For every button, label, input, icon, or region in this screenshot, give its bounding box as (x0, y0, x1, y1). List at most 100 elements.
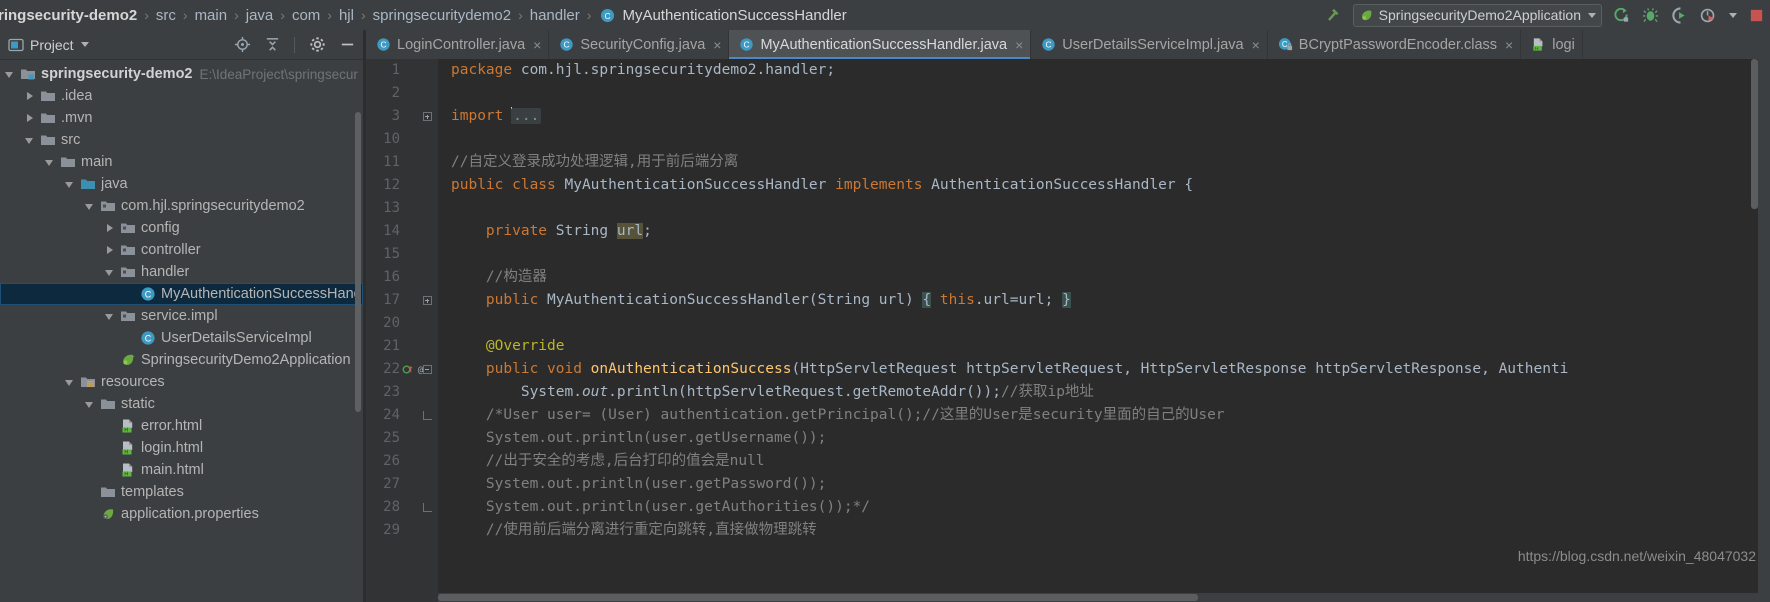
debug-icon[interactable] (1640, 4, 1660, 26)
close-icon[interactable]: × (533, 37, 541, 53)
tree-node-java[interactable]: java (0, 173, 363, 195)
profiler-dropdown-chevron-down-icon[interactable] (1729, 12, 1737, 18)
tree-node-src[interactable]: src (0, 129, 363, 151)
gutter-line: 27 (366, 473, 438, 496)
fold-collapse-icon[interactable] (421, 358, 433, 381)
breadcrumb-item-src[interactable]: src (154, 7, 178, 24)
collapse-all-icon[interactable] (262, 34, 282, 56)
tree-node-label: static (121, 396, 155, 412)
close-icon[interactable]: × (1015, 37, 1023, 53)
chevron-down-icon[interactable] (64, 376, 77, 389)
fold-region-marker[interactable] (421, 404, 433, 427)
tree-node-module[interactable]: springsecurity-demo2 E:\IdeaProject\spri… (0, 63, 363, 85)
tree-node-label: error.html (141, 418, 203, 434)
editor-tab-logincontroller[interactable]: C LoginController.java × (366, 30, 550, 59)
chevron-down-icon[interactable] (84, 398, 97, 411)
editor-tab-myauthenticationsuccesshandler[interactable]: C MyAuthenticationSuccessHandler.java × (729, 30, 1032, 59)
fold-expand-icon[interactable] (421, 289, 433, 312)
matching-brace-close: } (1062, 292, 1071, 308)
chevron-down-icon[interactable] (64, 178, 77, 191)
gutter-line: 20 (366, 312, 438, 335)
tree-node-login-html[interactable]: H login.html (0, 437, 363, 459)
run-with-coverage-icon[interactable] (1669, 4, 1689, 26)
tree-node-userdetailsserviceimpl[interactable]: C UserDetailsServiceImpl (0, 327, 363, 349)
fold-region-marker[interactable] (421, 496, 433, 519)
breadcrumb-item-com[interactable]: com (290, 7, 322, 24)
project-tree-scrollbar[interactable] (355, 112, 361, 412)
project-tool-window: Project springsecurity-demo2 E:\IdeaProj… (0, 30, 363, 602)
tree-node-controller[interactable]: controller (0, 239, 363, 261)
hide-icon[interactable] (337, 34, 357, 56)
scroll-from-source-icon[interactable] (232, 34, 252, 56)
chevron-down-icon[interactable] (1588, 12, 1596, 18)
chevron-down-icon[interactable] (104, 310, 117, 323)
editor-tab-bcryptpasswordencoder[interactable]: C BCryptPasswordEncoder.class × (1268, 30, 1522, 59)
editor-tab-login-html[interactable]: H logi (1521, 30, 1583, 59)
editor-tab-label: logi (1552, 36, 1575, 53)
method-name: onAuthenticationSuccess (581, 361, 792, 377)
chevron-right-icon[interactable] (104, 244, 117, 257)
chevron-down-icon[interactable] (104, 266, 117, 279)
gutter-line: 12 (366, 174, 438, 197)
folded-imports-placeholder[interactable]: ... (511, 108, 542, 124)
tree-node-error-html[interactable]: H error.html (0, 415, 363, 437)
tree-node-springsecuritydemo2application[interactable]: SpringsecurityDemo2Application (0, 349, 363, 371)
tree-node-resources[interactable]: resources (0, 371, 363, 393)
close-icon[interactable]: × (1252, 37, 1260, 53)
tree-node-mvn[interactable]: .mvn (0, 107, 363, 129)
tree-node-config[interactable]: config (0, 217, 363, 239)
editor-vertical-scrollbar[interactable] (1751, 59, 1758, 209)
breadcrumb-item-springsecuritydemo2[interactable]: springsecuritydemo2 (371, 7, 513, 24)
editor-gutter[interactable]: 1 2 3 10 11 12 13 14 15 16 17 20 21 22 @… (366, 59, 438, 602)
chevron-down-icon[interactable] (84, 200, 97, 213)
run-configuration-selector[interactable]: SpringsecurityDemo2Application (1352, 3, 1602, 27)
tree-node-myauthenticationsuccesshandler[interactable]: C MyAuthenticationSuccessHandl (0, 283, 363, 305)
hammer-icon[interactable] (1324, 4, 1344, 26)
tree-node-templates[interactable]: templates (0, 481, 363, 503)
editor-horizontal-scrollbar-track[interactable] (438, 593, 1770, 602)
chevron-down-icon[interactable] (24, 134, 37, 147)
project-tree[interactable]: springsecurity-demo2 E:\IdeaProject\spri… (0, 60, 363, 602)
close-icon[interactable]: × (1505, 37, 1513, 53)
tree-node-main-html[interactable]: H main.html (0, 459, 363, 481)
package-icon (120, 242, 136, 258)
chevron-right-icon[interactable] (24, 90, 37, 103)
keyword-public-void: public void (485, 361, 582, 377)
tree-node-handler[interactable]: handler (0, 261, 363, 283)
chevron-down-icon[interactable] (80, 42, 89, 47)
chevron-down-icon[interactable] (44, 156, 57, 169)
profiler-icon[interactable] (1698, 4, 1718, 26)
gutter-line: 29 (366, 519, 438, 542)
code-editor[interactable]: package com.hjl.springsecuritydemo2.hand… (438, 59, 1770, 602)
breadcrumb-item-java[interactable]: java (244, 7, 276, 24)
line-number: 12 (383, 177, 400, 193)
run-icon[interactable] (1611, 4, 1631, 26)
breadcrumb-item-module[interactable]: ringsecurity-demo2 (0, 7, 139, 24)
breadcrumb-item-main[interactable]: main (193, 7, 230, 24)
editor-tab-securityconfig[interactable]: C SecurityConfig.java × (549, 30, 730, 59)
chevron-down-icon[interactable] (4, 68, 17, 81)
gear-icon[interactable] (307, 34, 327, 56)
breadcrumb-item-hjl[interactable]: hjl (337, 7, 356, 24)
code-line-28: System.out.println(user.getAuthorities()… (451, 496, 1770, 519)
tree-node-main[interactable]: main (0, 151, 363, 173)
close-icon[interactable]: × (713, 37, 721, 53)
tree-node-static[interactable]: static (0, 393, 363, 415)
breadcrumb-item-handler[interactable]: handler (528, 7, 582, 24)
breadcrumb-item-class[interactable]: MyAuthenticationSuccessHandler (620, 7, 848, 24)
tree-node-service-impl[interactable]: service.impl (0, 305, 363, 327)
stop-icon[interactable] (1746, 4, 1766, 26)
tree-node-idea[interactable]: .idea (0, 85, 363, 107)
editor-tab-userdetailsserviceimpl[interactable]: C UserDetailsServiceImpl.java × (1031, 30, 1268, 59)
chevron-right-icon[interactable] (24, 112, 37, 125)
editor-error-stripe[interactable] (1758, 59, 1770, 602)
chevron-right-icon[interactable] (104, 222, 117, 235)
folder-icon (40, 132, 56, 148)
tree-node-package-root[interactable]: com.hjl.springsecuritydemo2 (0, 195, 363, 217)
overridden-method-icon[interactable] (402, 364, 413, 375)
tree-node-application-properties[interactable]: application.properties (0, 503, 363, 525)
editor-horizontal-scrollbar-thumb[interactable] (438, 594, 1198, 601)
fold-expand-icon[interactable] (421, 105, 433, 128)
